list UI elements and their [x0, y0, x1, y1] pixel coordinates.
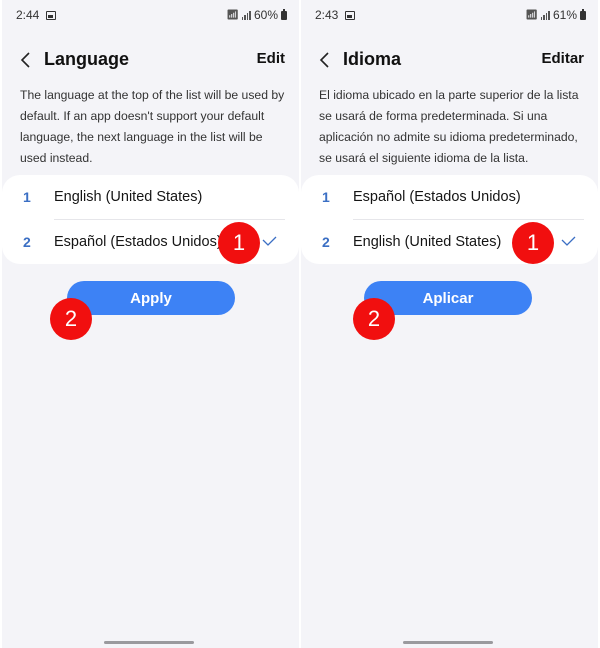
home-indicator[interactable] — [403, 641, 493, 644]
back-button[interactable] — [18, 50, 34, 70]
page-title: Idioma — [343, 49, 402, 69]
chevron-left-icon — [20, 52, 30, 68]
check-icon — [262, 236, 277, 246]
battery-icon — [580, 8, 586, 20]
language-item[interactable]: 1 Español (Estados Unidos) — [301, 175, 598, 219]
status-time: 2:44 — [16, 8, 40, 22]
home-indicator[interactable] — [104, 641, 194, 644]
language-index: 2 — [322, 234, 330, 250]
back-button[interactable] — [317, 50, 333, 70]
gallery-notification-icon — [46, 11, 56, 20]
signal-icon — [540, 10, 550, 20]
annotation-badge-2: 2 — [353, 298, 395, 340]
description-text: The language at the top of the list will… — [20, 88, 285, 165]
annotation-badge-1: 1 — [218, 222, 260, 264]
check-icon — [561, 236, 576, 246]
battery-percent: 60% — [253, 8, 278, 22]
language-list: 1 Español (Estados Unidos) 2 English (Un… — [301, 175, 598, 264]
wifi-icon: 📶︎ — [525, 9, 538, 21]
status-time: 2:43 — [315, 8, 339, 22]
page-title: Language — [44, 49, 130, 69]
annotation-badge-2: 2 — [50, 298, 92, 340]
language-index: 2 — [23, 234, 31, 250]
battery-percent: 61% — [552, 8, 577, 22]
annotation-badge-1: 1 — [512, 222, 554, 264]
status-bar: 2:44 📶︎ 60% — [2, 8, 299, 24]
app-bar: Idioma Editar — [301, 44, 598, 76]
app-bar: Language Edit — [2, 44, 299, 76]
wifi-icon: 📶︎ — [226, 9, 239, 21]
edit-button[interactable]: Edit — [257, 50, 285, 67]
language-screen-english: 2:44 📶︎ 60% Language Edit The language a… — [2, 0, 299, 648]
language-index: 1 — [322, 189, 330, 205]
language-index: 1 — [23, 189, 31, 205]
gallery-notification-icon — [345, 11, 355, 20]
language-name: English (United States) — [353, 234, 502, 250]
edit-button[interactable]: Editar — [541, 50, 584, 67]
language-screen-spanish: 2:43 📶︎ 61% Idioma Editar El idioma ubic… — [301, 0, 598, 648]
signal-icon — [241, 10, 251, 20]
description-text: El idioma ubicado en la parte superior d… — [319, 88, 579, 165]
chevron-left-icon — [319, 52, 329, 68]
language-name: English (United States) — [54, 189, 203, 205]
status-bar: 2:43 📶︎ 61% — [301, 8, 598, 24]
language-name: Español (Estados Unidos) — [54, 234, 222, 250]
language-item[interactable]: 1 English (United States) — [2, 175, 299, 219]
apply-button[interactable]: Apply — [67, 281, 235, 315]
battery-icon — [281, 8, 287, 20]
language-name: Español (Estados Unidos) — [353, 189, 521, 205]
